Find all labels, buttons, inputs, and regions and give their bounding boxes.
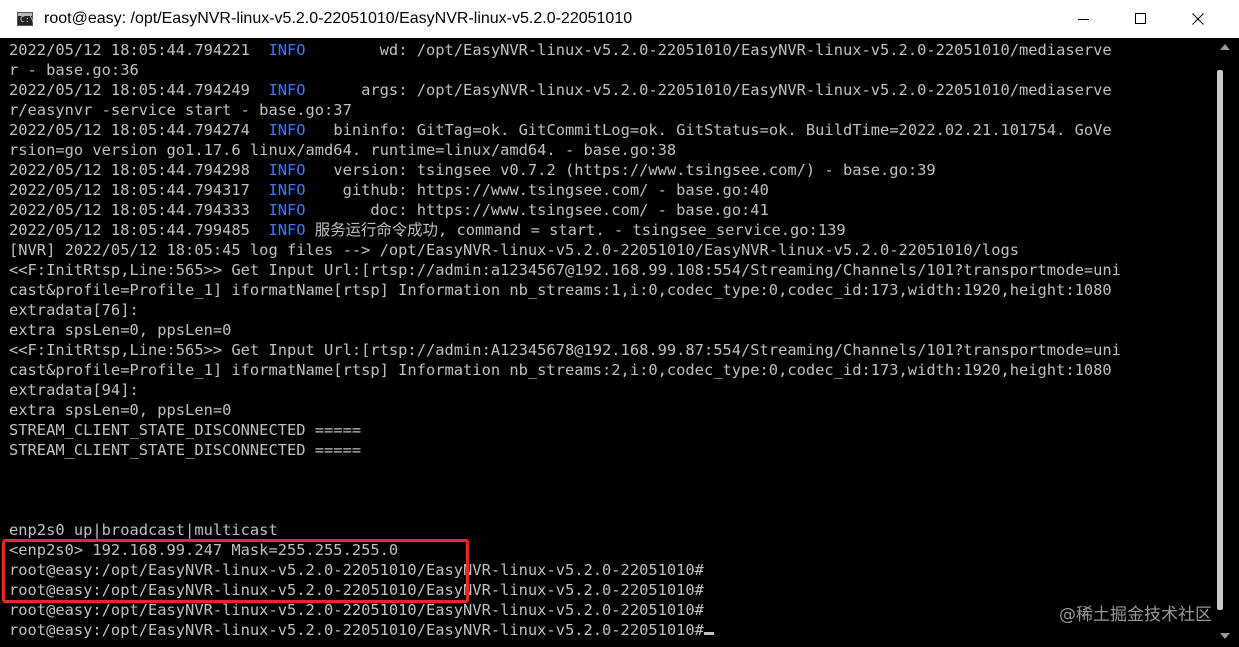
log-level: INFO [268,161,306,179]
terminal-line: 2022/05/12 18:05:44.799485 INFO 服务运行命令成功… [9,220,1121,240]
terminal-line: 2022/05/12 18:05:44.794249 INFO args: /o… [9,80,1121,100]
line-text: doc: https://www.tsingsee.com/ - base.go… [305,201,769,219]
terminal-line: 2022/05/12 18:05:44.794298 INFO version:… [9,160,1121,180]
line-text: version: tsingsee v0.7.2 (https://www.ts… [305,161,936,179]
scroll-down-arrow-icon[interactable] [1220,633,1230,639]
line-text: r/easynvr -service start - base.go:37 [9,101,352,119]
line-text: cast&profile=Profile_1] iformatName[rtsp… [9,361,1112,379]
close-icon [1192,13,1204,25]
log-level: INFO [268,81,306,99]
line-text: [NVR] 2022/05/12 18:05:45 log files --> … [9,241,1019,259]
line-text: r - base.go:36 [9,61,139,79]
line-text: 2022/05/12 18:05:44.794298 [9,161,269,179]
terminal-line: extradata[76]: [9,300,1121,320]
line-text: extradata[94]: [9,381,139,399]
line-text: <<F:InitRtsp,Line:565>> Get Input Url:[r… [9,341,1121,359]
log-level: INFO [268,201,306,219]
line-text: cast&profile=Profile_1] iformatName[rtsp… [9,281,1112,299]
line-text: extradata[76]: [9,301,139,319]
line-text: enp2s0 up|broadcast|multicast [9,521,278,539]
terminal-line: r/easynvr -service start - base.go:37 [9,100,1121,120]
line-text: github: https://www.tsingsee.com/ - base… [305,181,769,199]
text-cursor [703,632,714,635]
highlight-box [2,539,469,603]
scroll-thumb[interactable] [1217,70,1223,610]
minimize-button[interactable] [1056,0,1112,38]
close-button[interactable] [1170,0,1226,38]
line-text: 2022/05/12 18:05:44.794333 [9,201,269,219]
line-text: 2022/05/12 18:05:44.794249 [9,81,269,99]
terminal-line: STREAM_CLIENT_STATE_DISCONNECTED ===== [9,420,1121,440]
line-text: 2022/05/12 18:05:44.794221 [9,41,269,59]
line-text: 2022/05/12 18:05:44.794317 [9,181,269,199]
terminal-line: <<F:InitRtsp,Line:565>> Get Input Url:[r… [9,340,1121,360]
terminal-line: cast&profile=Profile_1] iformatName[rtsp… [9,360,1121,380]
scroll-up-arrow-icon[interactable] [1220,44,1230,50]
terminal-line: 2022/05/12 18:05:44.794317 INFO github: … [9,180,1121,200]
terminal-line: rsion=go version go1.17.6 linux/amd64. r… [9,140,1121,160]
log-level: INFO [268,41,306,59]
line-text: STREAM_CLIENT_STATE_DISCONNECTED ===== [9,441,362,459]
terminal-line: <<F:InitRtsp,Line:565>> Get Input Url:[r… [9,260,1121,280]
terminal-line: [NVR] 2022/05/12 18:05:45 log files --> … [9,240,1121,260]
title-bar[interactable]: C:\ root@easy: /opt/EasyNVR-linux-v5.2.0… [0,0,1239,38]
terminal-line: extra spsLen=0, ppsLen=0 [9,400,1121,420]
line-text: root@easy:/opt/EasyNVR-linux-v5.2.0-2205… [9,601,704,619]
terminal-line: STREAM_CLIENT_STATE_DISCONNECTED ===== [9,440,1121,460]
vertical-scrollbar[interactable] [1213,38,1239,647]
terminal-line: 2022/05/12 18:05:44.794221 INFO wd: /opt… [9,40,1121,60]
line-text: 2022/05/12 18:05:44.794274 [9,121,269,139]
line-text: 2022/05/12 18:05:44.799485 [9,221,269,239]
maximize-button[interactable] [1113,0,1169,38]
line-text: wd: /opt/EasyNVR-linux-v5.2.0-22051010/E… [305,41,1112,59]
watermark: @稀土掘金技术社区 [1059,605,1212,625]
terminal-app-icon[interactable]: C:\ [17,12,34,26]
line-text: <<F:InitRtsp,Line:565>> Get Input Url:[r… [9,261,1121,279]
terminal-line: cast&profile=Profile_1] iformatName[rtsp… [9,280,1121,300]
line-text: rsion=go version go1.17.6 linux/amd64. r… [9,141,677,159]
terminal-line: 2022/05/12 18:05:44.794274 INFO bininfo:… [9,120,1121,140]
terminal-line: root@easy:/opt/EasyNVR-linux-v5.2.0-2205… [9,620,1121,640]
terminal-line: 2022/05/12 18:05:44.794333 INFO doc: htt… [9,200,1121,220]
line-text: 服务运行命令成功, command = start. - tsingsee_se… [305,221,846,239]
line-text: STREAM_CLIENT_STATE_DISCONNECTED ===== [9,421,362,439]
terminal-line: extra spsLen=0, ppsLen=0 [9,320,1121,340]
line-text: root@easy:/opt/EasyNVR-linux-v5.2.0-2205… [9,621,704,639]
line-text: args: /opt/EasyNVR-linux-v5.2.0-22051010… [305,81,1112,99]
window-title: root@easy: /opt/EasyNVR-linux-v5.2.0-220… [44,10,633,27]
terminal-line: r - base.go:36 [9,60,1121,80]
terminal-output[interactable]: 2022/05/12 18:05:44.794221 INFO wd: /opt… [0,38,1213,647]
line-text: extra spsLen=0, ppsLen=0 [9,321,232,339]
terminal-line: root@easy:/opt/EasyNVR-linux-v5.2.0-2205… [9,600,1121,620]
line-text: extra spsLen=0, ppsLen=0 [9,401,232,419]
log-level: INFO [268,121,306,139]
log-level: INFO [268,221,306,239]
terminal-line: enp2s0 up|broadcast|multicast [9,520,1121,540]
terminal-line: extradata[94]: [9,380,1121,400]
line-text: bininfo: GitTag=ok. GitCommitLog=ok. Git… [305,121,1112,139]
log-level: INFO [268,181,306,199]
